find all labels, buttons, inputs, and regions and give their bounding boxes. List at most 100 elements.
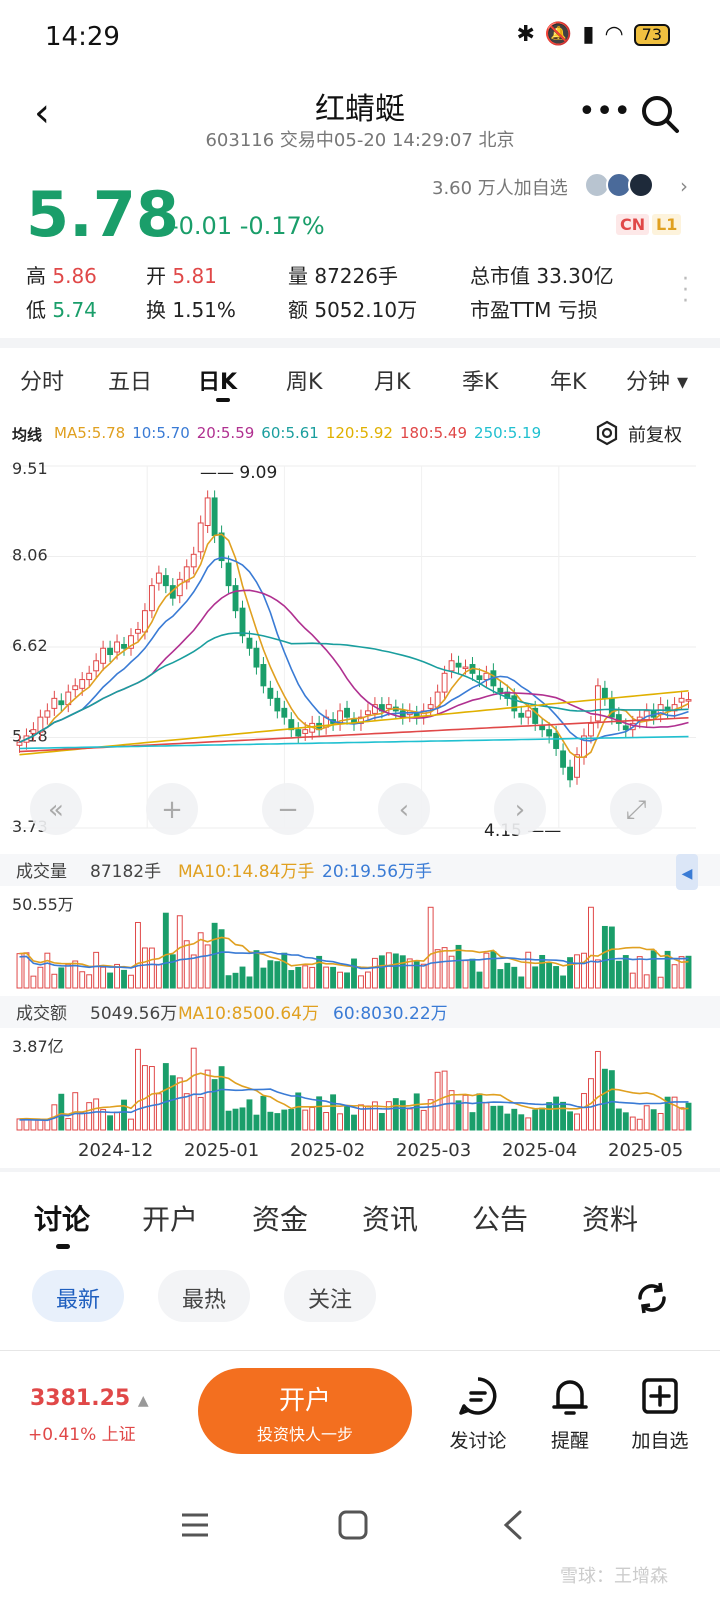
watcher-avatars[interactable] — [584, 172, 654, 198]
volume-bar — [65, 963, 72, 989]
home-icon[interactable] — [336, 1508, 370, 1542]
post-discussion-button[interactable]: 发讨论 — [438, 1374, 518, 1453]
volume-bar — [93, 951, 100, 989]
zoom-in-icon[interactable]: + — [161, 795, 183, 825]
next-icon[interactable]: › — [515, 795, 525, 825]
volume-bar — [155, 1093, 162, 1131]
open-account-button[interactable]: 开户 投资快人一步 — [198, 1368, 412, 1454]
volume-bar — [316, 955, 323, 989]
volume-bar — [546, 962, 553, 989]
stat-high: 高 5.86 — [26, 264, 97, 288]
collapse-icon[interactable]: ◀ — [682, 866, 693, 882]
adjust-label[interactable]: 前复权 — [628, 421, 682, 447]
tab-yuek[interactable]: 月K — [374, 364, 410, 396]
volume-bar — [309, 966, 316, 989]
volume-bar — [518, 976, 525, 989]
volume-bar — [204, 944, 211, 989]
tab-jik[interactable]: 季K — [462, 364, 498, 396]
filter-newest[interactable]: 最新 — [32, 1270, 125, 1322]
volume-bar — [169, 954, 176, 989]
volume-bar — [337, 1113, 344, 1131]
panel-ma-label: MA10:8500.64万 — [178, 1004, 319, 1024]
watchers-count[interactable]: 3.60 万人加自选 — [432, 174, 568, 200]
watermark: 雪球：王增森 — [560, 1566, 668, 1587]
alert-button[interactable]: 提醒 — [530, 1374, 610, 1453]
volume-bar — [93, 1098, 100, 1131]
volume-bar — [497, 969, 504, 989]
add-watchlist-button[interactable]: 加自选 — [620, 1374, 700, 1453]
candle — [267, 687, 274, 699]
volume-bar — [281, 1109, 288, 1131]
bottom-action-bar: 3381.25 ▲ +0.41% 上证 开户 投资快人一步 发讨论 提醒 加自选 — [0, 1350, 720, 1480]
candle — [539, 725, 546, 731]
candle — [281, 707, 288, 718]
scroll-left-icon[interactable]: « — [48, 795, 64, 825]
volume-bar — [525, 1117, 532, 1131]
tab-zhouk[interactable]: 周K — [286, 364, 322, 396]
volume-bar — [594, 1050, 601, 1131]
candle — [553, 732, 560, 749]
volume-bar — [685, 1102, 692, 1131]
ma-values: MA5:5.78 10:5.70 20:5.59 60:5.61 120:5.92 180… — [54, 424, 548, 442]
tab-niank[interactable]: 年K — [550, 364, 586, 396]
volume-bar — [413, 1093, 420, 1131]
volume-bar — [636, 956, 643, 989]
tab-wuri[interactable]: 五日 — [108, 364, 152, 396]
volume-bar — [650, 950, 657, 989]
volume-bar — [504, 962, 511, 989]
tab-ziliao[interactable]: 资料 — [582, 1198, 638, 1238]
more-stats-icon[interactable]: · · · — [682, 269, 689, 313]
volume-bar — [16, 953, 23, 989]
tab-rik[interactable]: 日K — [198, 364, 237, 396]
settings-icon[interactable] — [594, 420, 620, 446]
search-icon[interactable] — [638, 92, 682, 136]
l1-tag: L1 — [652, 214, 682, 235]
volume-bar — [267, 1111, 274, 1131]
candle — [302, 729, 309, 734]
volume-bar — [622, 955, 629, 989]
kline-chart[interactable]: 9.518.066.625.183.73—— 9.094.15 ——« + − ‹ › ⤢… — [0, 452, 720, 1172]
x-tick-label: 2025-05 — [608, 1140, 683, 1161]
volume-bar — [246, 976, 253, 989]
menu-icon[interactable] — [178, 1510, 212, 1540]
volume-bar — [657, 976, 664, 989]
volume-bar — [504, 1113, 511, 1131]
period-tabs: 分时 五日 日K 周K 月K 季K 年K 分钟 ▾ — [0, 350, 720, 410]
volume-bar — [441, 1070, 448, 1131]
candle — [121, 643, 127, 649]
chevron-right-icon[interactable]: › — [680, 174, 688, 198]
index-value[interactable]: 3381.25 ▲ — [30, 1386, 149, 1411]
volume-bar — [148, 1066, 155, 1131]
volume-bar — [490, 951, 497, 989]
filter-hottest[interactable]: 最热 — [158, 1270, 251, 1322]
avatar — [628, 172, 654, 198]
panel-value: 5049.56万 — [90, 1004, 177, 1024]
zoom-out-icon[interactable]: − — [277, 795, 299, 825]
tab-kaihu[interactable]: 开户 — [142, 1198, 198, 1238]
tab-zixun[interactable]: 资讯 — [362, 1198, 418, 1238]
ma-value-5: 180:5.49 — [399, 424, 468, 442]
volume-bar — [532, 966, 539, 989]
volume-bar — [608, 1070, 615, 1131]
volume-bar — [162, 1063, 169, 1131]
tab-taolun[interactable]: 讨论 — [34, 1198, 90, 1238]
more-icon[interactable]: ••• — [578, 94, 631, 129]
candle — [476, 675, 483, 681]
y-tick-label: 6.62 — [12, 636, 48, 655]
fullscreen-icon[interactable]: ⤢ — [626, 795, 647, 825]
tab-zijin[interactable]: 资金 — [252, 1198, 308, 1238]
prev-icon[interactable]: ‹ — [399, 795, 409, 825]
back-nav-icon[interactable] — [498, 1508, 528, 1542]
volume-bar — [330, 966, 337, 989]
tab-gonggao[interactable]: 公告 — [472, 1198, 528, 1238]
volume-bar — [128, 974, 134, 989]
volume-bar — [574, 1113, 580, 1131]
panel-title: 成交额 — [16, 1004, 67, 1024]
volume-bar — [135, 921, 141, 989]
refresh-icon[interactable] — [632, 1278, 672, 1318]
candle — [100, 647, 107, 664]
tab-fenshi[interactable]: 分时 — [20, 364, 64, 396]
volume-bar — [128, 1118, 134, 1131]
filter-following[interactable]: 关注 — [284, 1270, 377, 1322]
tab-fenzhong[interactable]: 分钟 ▾ — [626, 364, 688, 396]
